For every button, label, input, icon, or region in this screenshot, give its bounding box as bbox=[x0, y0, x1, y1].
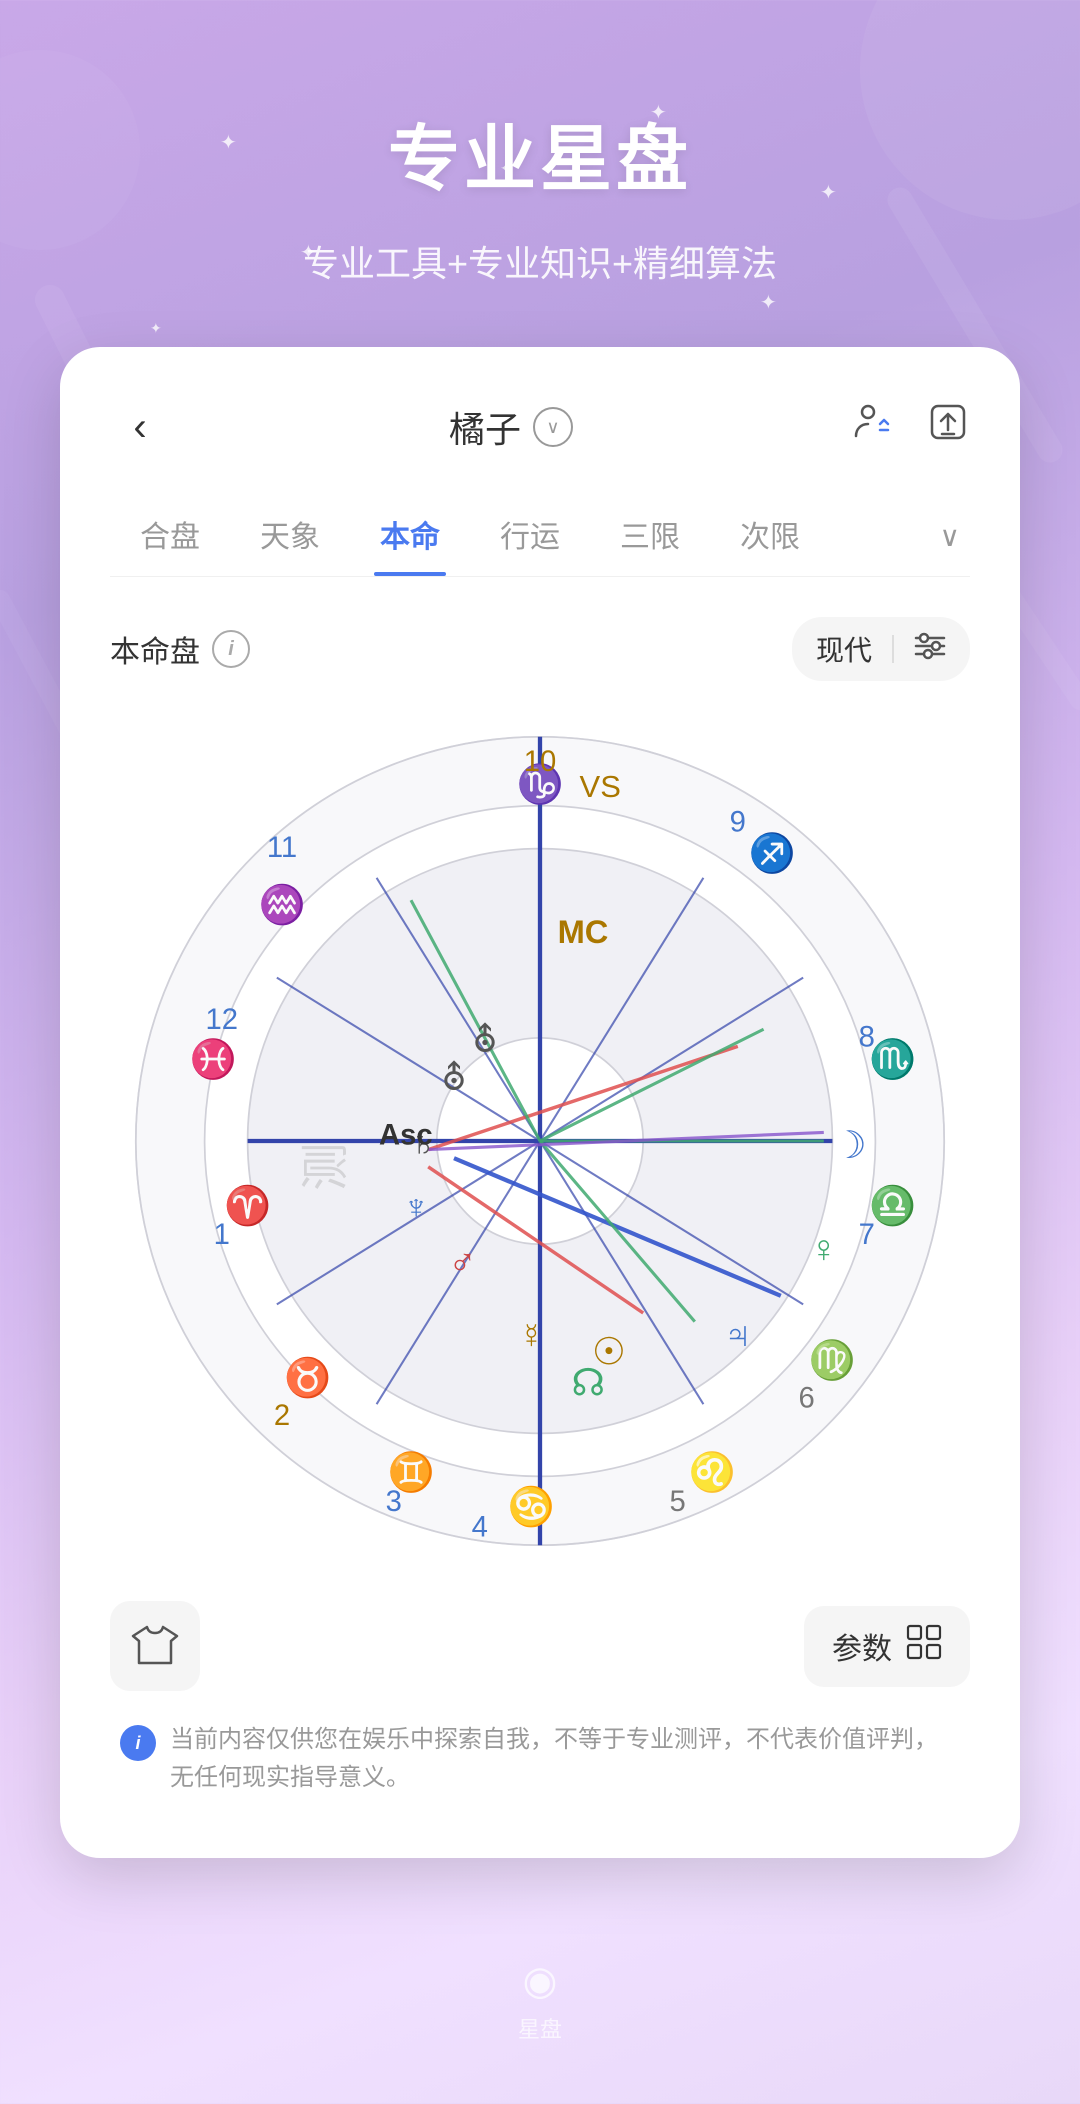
svg-text:♆: ♆ bbox=[403, 1188, 429, 1226]
svg-text:1: 1 bbox=[214, 1219, 230, 1251]
mode-text: 现代 bbox=[816, 629, 872, 669]
svg-text:8: 8 bbox=[859, 1021, 875, 1053]
tab-heban[interactable]: 合盘 bbox=[110, 497, 230, 576]
svg-text:12: 12 bbox=[206, 1004, 239, 1036]
svg-text:♎: ♎ bbox=[869, 1183, 916, 1227]
disclaimer: i 当前内容仅供您在娱乐中探索自我，不等于专业测评，不代表价值评判，无任何现实指… bbox=[110, 1721, 970, 1798]
svg-text:9: 9 bbox=[730, 806, 746, 838]
svg-text:☊: ☊ bbox=[571, 1363, 605, 1405]
card-header: ‹ 橘子 ∨ bbox=[110, 397, 970, 457]
svg-text:4: 4 bbox=[472, 1512, 488, 1544]
svg-text:♐: ♐ bbox=[749, 831, 796, 875]
svg-text:VS: VS bbox=[580, 769, 621, 804]
sub-header-label: 本命盘 bbox=[110, 627, 200, 671]
card-actions bbox=[852, 400, 970, 454]
main-title: 专业星盘 bbox=[40, 100, 1040, 205]
tab-cixian[interactable]: 次限 bbox=[710, 497, 830, 576]
clothing-button[interactable] bbox=[110, 1601, 200, 1691]
mode-selector[interactable]: 现代 bbox=[792, 617, 970, 681]
grid-icon bbox=[906, 1624, 942, 1669]
chart-nav-icon: ◉ bbox=[523, 1958, 558, 2004]
sub-header: 本命盘 i 现代 bbox=[110, 617, 970, 681]
svg-text:5: 5 bbox=[669, 1486, 685, 1518]
sub-header-left: 本命盘 i bbox=[110, 627, 250, 671]
svg-text:MC: MC bbox=[558, 913, 609, 950]
help-button[interactable]: i bbox=[212, 630, 250, 668]
svg-text:2: 2 bbox=[274, 1400, 290, 1432]
divider bbox=[892, 635, 894, 663]
main-card: ‹ 橘子 ∨ bbox=[60, 347, 1020, 1858]
tab-benming[interactable]: 本命 bbox=[350, 497, 470, 576]
svg-text:♉: ♉ bbox=[284, 1355, 331, 1399]
svg-text:7: 7 bbox=[859, 1219, 875, 1251]
svg-text:♏: ♏ bbox=[869, 1037, 916, 1081]
svg-text:♃: ♃ bbox=[724, 1314, 752, 1356]
filter-icon bbox=[914, 632, 946, 667]
svg-text:♂: ♂ bbox=[448, 1242, 476, 1284]
chevron-down-icon: ∨ bbox=[546, 417, 559, 438]
chart-nav-label: 星盘 bbox=[518, 2012, 562, 2044]
svg-text:♍: ♍ bbox=[809, 1338, 856, 1382]
tabs-bar: 合盘 天象 本命 行运 三限 次限 ∨ bbox=[110, 497, 970, 577]
svg-text:⛢: ⛢ bbox=[441, 1059, 466, 1097]
tab-more-button[interactable]: ∨ bbox=[930, 505, 971, 568]
svg-text:♋: ♋ bbox=[508, 1484, 555, 1528]
svg-text:11: 11 bbox=[267, 832, 297, 864]
card-user-name: 橘子 bbox=[449, 401, 521, 453]
svg-text:♒: ♒ bbox=[258, 882, 305, 926]
svg-text:☿: ☿ bbox=[519, 1317, 545, 1355]
svg-text:6: 6 bbox=[798, 1383, 814, 1415]
card-title-area: 橘子 ∨ bbox=[449, 401, 573, 453]
tab-sanxian[interactable]: 三限 bbox=[590, 497, 710, 576]
svg-text:☽: ☽ bbox=[833, 1125, 867, 1167]
header-section: 专业星盘 专业工具+专业知识+精细算法 bbox=[0, 0, 1080, 347]
tab-xingyun[interactable]: 行运 bbox=[470, 497, 590, 576]
dropdown-button[interactable]: ∨ bbox=[533, 407, 573, 447]
share-button[interactable] bbox=[926, 400, 970, 454]
info-icon: i bbox=[120, 1725, 156, 1761]
svg-text:♀: ♀ bbox=[810, 1228, 838, 1270]
params-label: 参数 bbox=[832, 1624, 892, 1668]
disclaimer-text: 当前内容仅供您在娱乐中探索自我，不等于专业测评，不代表价值评判，无任何现实指导意… bbox=[170, 1721, 960, 1798]
svg-text:10: 10 bbox=[524, 746, 557, 778]
svg-text:Asc: Asc bbox=[379, 1119, 433, 1151]
svg-text:♈: ♈ bbox=[224, 1183, 271, 1227]
svg-text:3: 3 bbox=[386, 1486, 402, 1518]
chart-svg: ♑ VS ♐ ♏ ♎ ♍ ♌ ♋ ♊ ♉ ♈ ♓ ♒ 10 9 bbox=[110, 711, 970, 1571]
sub-title: 专业工具+专业知识+精细算法 bbox=[40, 235, 1040, 287]
person-swap-button[interactable] bbox=[852, 400, 896, 454]
bottom-navigation: ◉ 星盘 bbox=[0, 1918, 1080, 2104]
tab-tianxiang[interactable]: 天象 bbox=[230, 497, 350, 576]
astro-chart: ♑ VS ♐ ♏ ♎ ♍ ♌ ♋ ♊ ♉ ♈ ♓ ♒ 10 9 bbox=[110, 711, 970, 1571]
nav-item-chart[interactable]: ◉ 星盘 bbox=[518, 1958, 562, 2044]
back-button[interactable]: ‹ bbox=[110, 397, 170, 457]
params-button[interactable]: 参数 bbox=[804, 1606, 970, 1687]
svg-text:♌: ♌ bbox=[688, 1450, 735, 1494]
svg-text:⛢: ⛢ bbox=[472, 1022, 497, 1060]
svg-text:测: 测 bbox=[299, 1143, 353, 1191]
svg-text:♓: ♓ bbox=[190, 1037, 237, 1081]
bottom-actions: 参数 bbox=[110, 1601, 970, 1691]
